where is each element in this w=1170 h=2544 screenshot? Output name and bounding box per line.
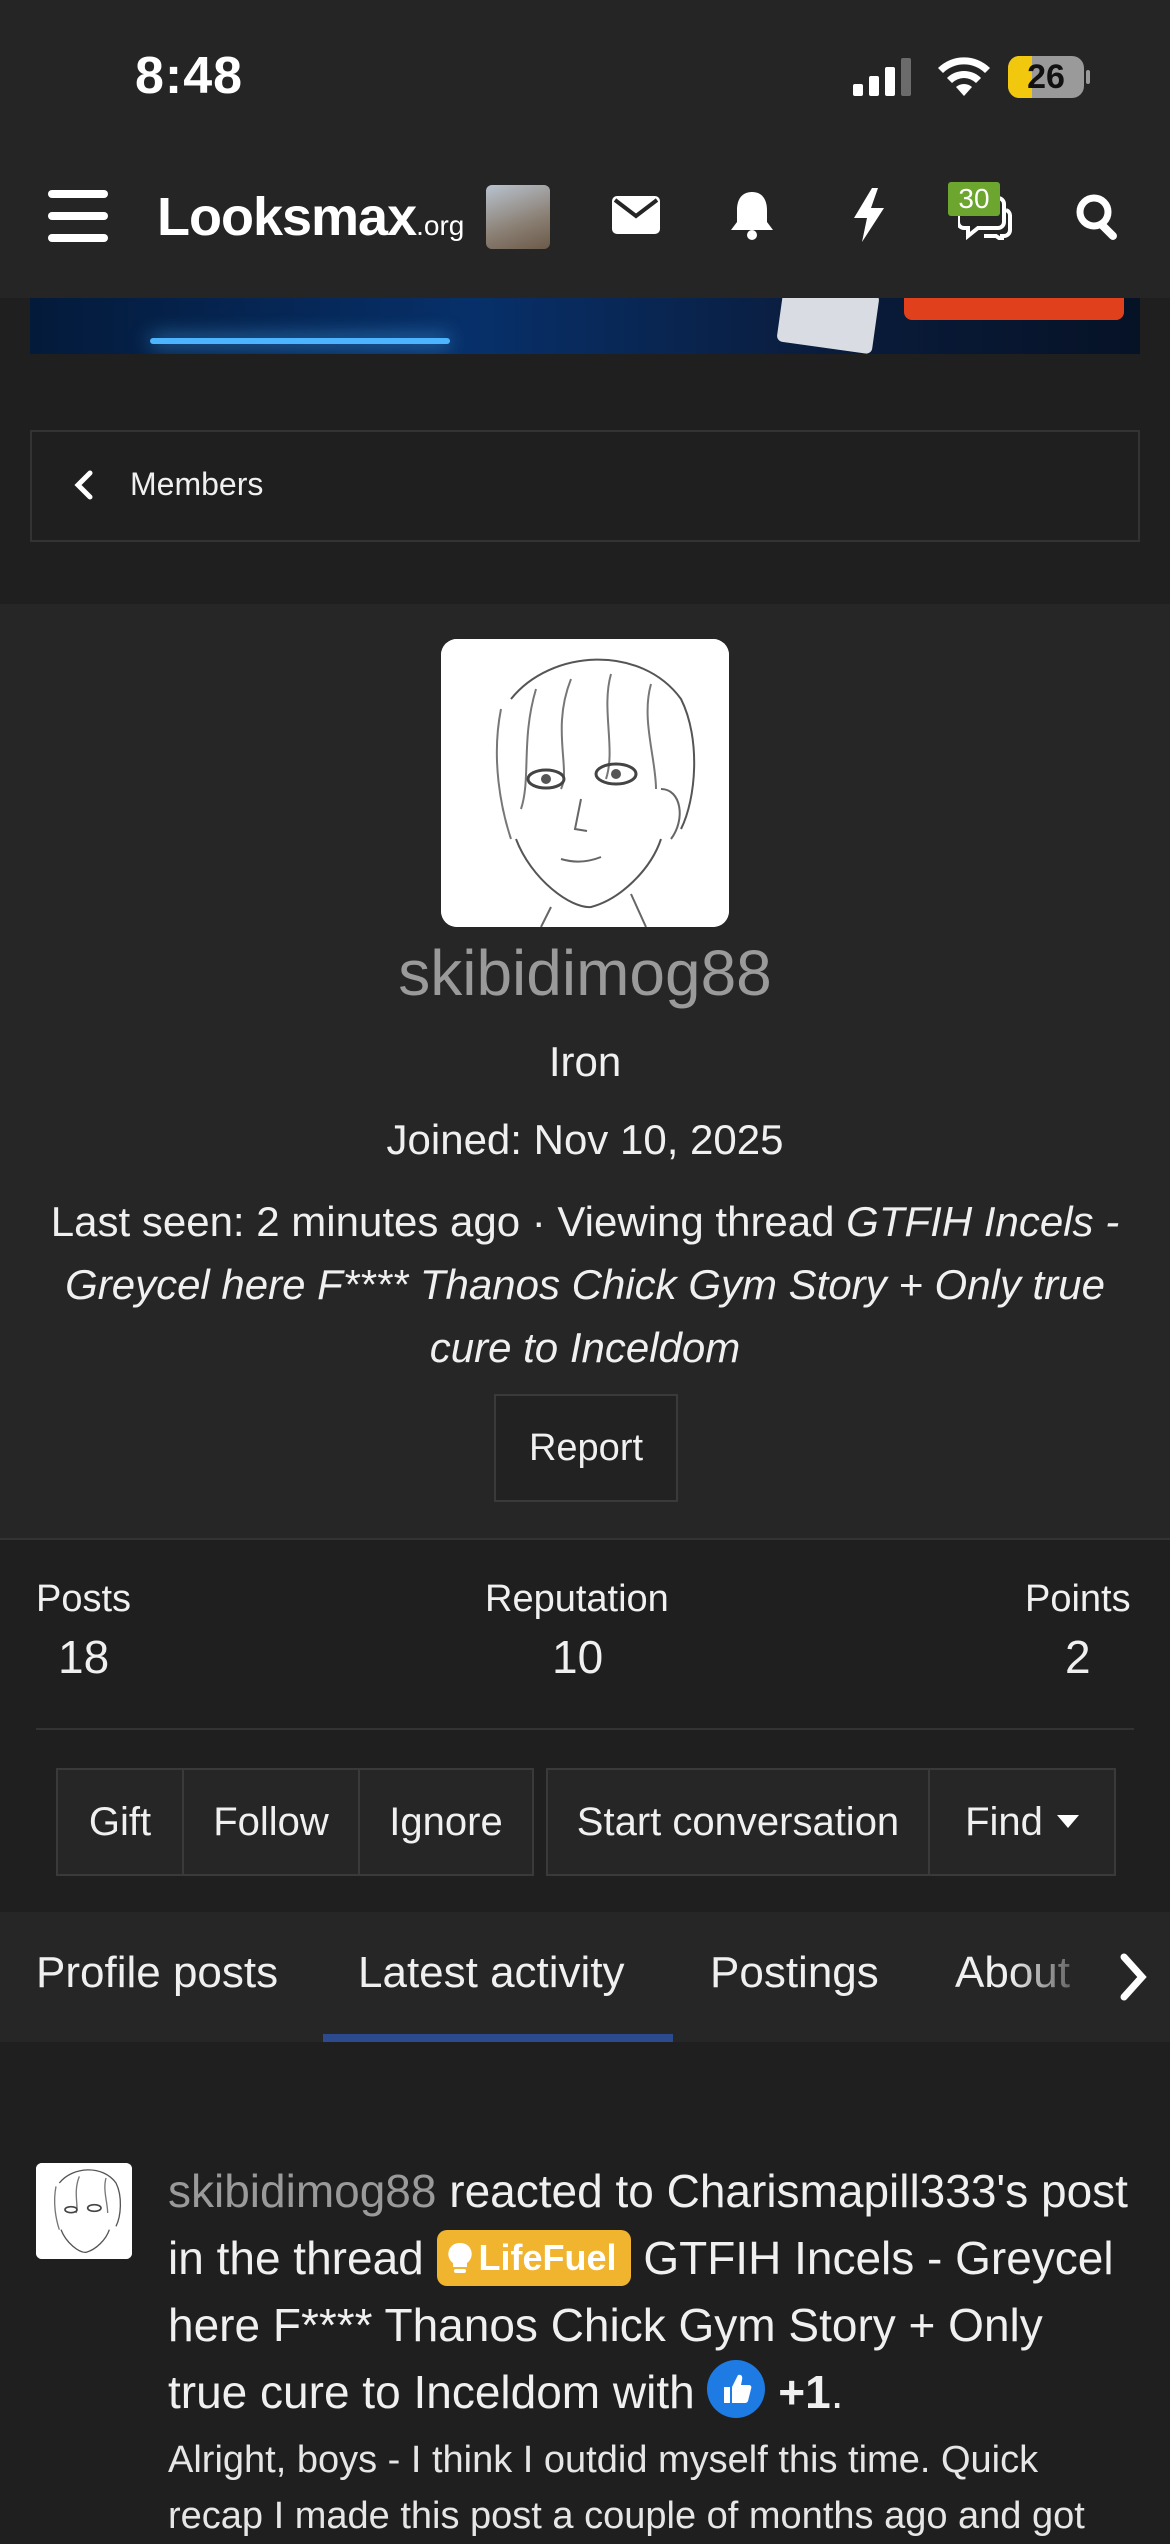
profile-avatar[interactable] bbox=[441, 639, 729, 927]
whats-new-lightning-icon[interactable] bbox=[852, 188, 886, 242]
stat-posts-value[interactable]: 18 bbox=[58, 1630, 109, 1684]
find-dropdown-button[interactable]: Find bbox=[930, 1770, 1114, 1874]
find-label: Find bbox=[965, 1799, 1043, 1844]
conversation-action-group: Start conversation Find bbox=[546, 1768, 1116, 1876]
search-icon[interactable] bbox=[1074, 192, 1122, 240]
activity-username-link[interactable]: skibidimog88 bbox=[168, 2165, 436, 2217]
ignore-button[interactable]: Ignore bbox=[360, 1770, 532, 1874]
logo-main: Looksmax bbox=[157, 187, 417, 247]
user-avatar-icon[interactable] bbox=[486, 185, 550, 249]
profile-rank: Iron bbox=[548, 1038, 622, 1085]
cellular-signal-icon bbox=[853, 58, 911, 96]
gift-button[interactable]: Gift bbox=[58, 1770, 184, 1874]
activity-item: skibidimog88 reacted to Charismapill333'… bbox=[168, 2158, 1128, 2426]
chat-count-badge: 30 bbox=[948, 182, 1000, 216]
avatar-sketch-image bbox=[441, 639, 729, 927]
start-conversation-button[interactable]: Start conversation bbox=[548, 1770, 930, 1874]
profile-joined-date: Joined: Nov 10, 2025 bbox=[386, 1116, 784, 1163]
breadcrumb-members-link[interactable]: Members bbox=[130, 466, 263, 503]
site-logo[interactable]: Looksmax.org bbox=[157, 186, 464, 248]
divider bbox=[0, 1538, 1170, 1540]
last-seen-text: Last seen: 2 minutes ago · Viewing threa… bbox=[50, 1198, 847, 1245]
activity-avatar[interactable] bbox=[36, 2163, 132, 2259]
profile-last-seen: Last seen: 2 minutes ago · Viewing threa… bbox=[40, 1190, 1130, 1379]
follow-button[interactable]: Follow bbox=[184, 1770, 360, 1874]
tab-latest-activity[interactable]: Latest activity bbox=[358, 1948, 625, 1998]
chevron-right-icon[interactable] bbox=[1118, 1953, 1148, 2001]
lightbulb-icon bbox=[447, 2242, 472, 2273]
inbox-mail-icon[interactable] bbox=[612, 196, 660, 234]
logo-suffix: .org bbox=[416, 210, 465, 241]
profile-action-group: Gift Follow Ignore bbox=[56, 1768, 534, 1876]
status-time: 8:48 bbox=[135, 47, 244, 105]
stat-points-value[interactable]: 2 bbox=[1065, 1630, 1091, 1684]
prefix-label: LifeFuel bbox=[478, 2237, 617, 2278]
banner-product-image bbox=[776, 298, 880, 354]
reaction-label: +1 bbox=[778, 2366, 831, 2418]
stat-points-label: Points bbox=[1025, 1578, 1131, 1620]
lifefuel-prefix-badge[interactable]: LifeFuel bbox=[436, 2230, 631, 2286]
stat-reputation-label: Reputation bbox=[485, 1578, 669, 1620]
stat-posts-label: Posts bbox=[36, 1578, 132, 1620]
stat-reputation-value: 10 bbox=[552, 1631, 604, 1683]
wifi-icon bbox=[938, 57, 990, 96]
active-tab-indicator bbox=[323, 2034, 673, 2042]
caret-down-icon bbox=[1056, 1815, 1079, 1828]
avatar-sketch-image bbox=[36, 2163, 132, 2259]
tab-postings[interactable]: Postings bbox=[710, 1948, 879, 1998]
hamburger-menu-icon[interactable] bbox=[48, 190, 108, 242]
profile-username: skibidimog88 bbox=[398, 937, 772, 1009]
tab-profile-posts[interactable]: Profile posts bbox=[36, 1948, 278, 1998]
chevron-left-icon bbox=[74, 470, 93, 500]
report-button[interactable]: Report bbox=[494, 1394, 678, 1502]
activity-snippet: Alright, boys - I think I outdid myself … bbox=[168, 2439, 1085, 2537]
battery-level: 26 bbox=[1027, 58, 1065, 96]
advertisement-banner[interactable] bbox=[30, 298, 1140, 354]
notifications-bell-icon[interactable] bbox=[730, 190, 774, 240]
banner-buy-button[interactable] bbox=[904, 298, 1124, 320]
like-reaction-icon bbox=[707, 2360, 766, 2418]
divider bbox=[36, 1728, 1134, 1730]
banner-glow bbox=[150, 338, 450, 344]
activity-period: . bbox=[830, 2366, 844, 2418]
